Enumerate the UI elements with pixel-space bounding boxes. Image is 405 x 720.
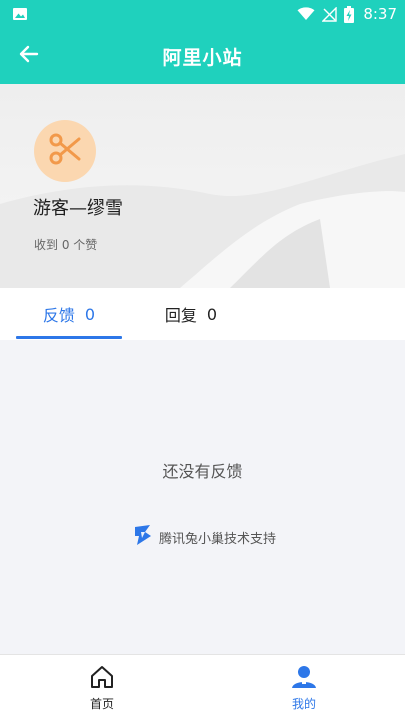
nav-home[interactable]: 首页 [52,655,152,720]
tab-bar: 反馈 0 回复 0 [0,288,405,340]
tab-label: 反馈 [42,306,75,325]
powered-by-text: 腾讯兔小巢技术支持 [159,531,277,547]
avatar[interactable] [34,120,96,182]
status-bar: 8:37 [0,0,405,28]
profile-header: 游客—缪雪 收到 0 个赞 [0,84,405,288]
powered-by[interactable]: 腾讯兔小巢技术支持 [133,524,276,550]
back-button[interactable] [14,42,42,70]
arrow-left-icon [17,43,39,69]
active-tab-indicator [16,336,122,339]
status-time: 8:37 [363,5,397,23]
username: 游客—缪雪 [33,198,123,219]
empty-state-message: 还没有反馈 [162,462,243,481]
bottom-nav: 首页 我的 [0,654,405,720]
tab-count: 0 [206,304,218,324]
txc-logo-icon [133,524,153,550]
wifi-icon [297,7,315,21]
nav-mine[interactable]: 我的 [254,655,354,720]
tab-replies[interactable]: 回复 0 [138,288,244,340]
battery-charging-icon [344,5,355,23]
profile-background [0,154,405,288]
likes-count: 收到 0 个赞 [34,238,98,252]
no-signal-icon [322,6,338,22]
page-title: 阿里小站 [162,46,243,69]
nav-label: 首页 [89,696,114,711]
tab-label: 回复 [164,306,197,325]
nav-label: 我的 [291,696,316,711]
app-bar: 阿里小站 [0,28,405,84]
image-icon [12,6,28,22]
user-icon [291,665,317,692]
scissors-icon [47,131,83,171]
tab-count: 0 [84,304,96,324]
home-icon [89,665,115,692]
tab-feedback[interactable]: 反馈 0 [16,288,122,340]
